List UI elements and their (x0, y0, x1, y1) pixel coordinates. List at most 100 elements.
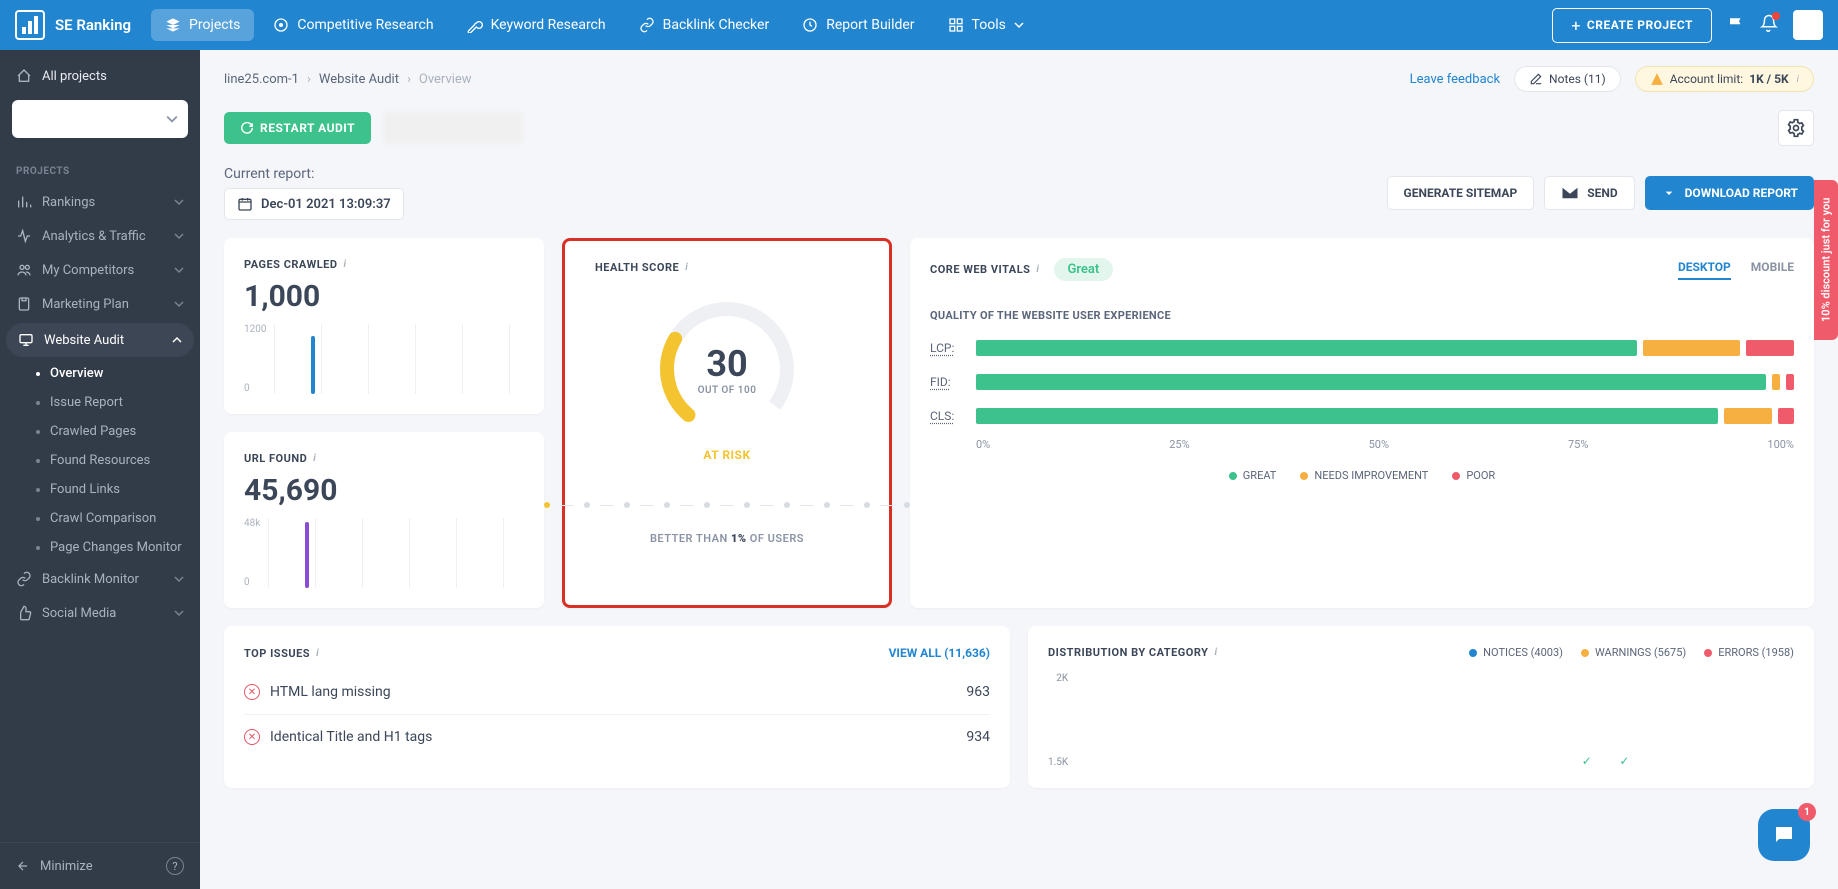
chevron-down-icon (174, 574, 184, 584)
sidebar-label: Marketing Plan (42, 297, 129, 312)
download-label: DOWNLOAD REPORT (1685, 186, 1798, 200)
y-label: 1200 (244, 324, 266, 335)
issue-row[interactable]: ✕ HTML lang missing 963 (244, 670, 990, 715)
pages-crawled-value: 1,000 (244, 279, 524, 314)
report-date: Dec-01 2021 13:09:37 (261, 197, 391, 212)
sidebar-sub-issue[interactable]: Issue Report (36, 388, 200, 417)
sidebar-label: Rankings (42, 195, 95, 210)
info-icon[interactable]: i (685, 262, 688, 273)
sidebar-item-audit[interactable]: Website Audit (6, 323, 194, 357)
info-icon[interactable]: i (1215, 647, 1218, 658)
brand-name: SE Ranking (55, 16, 131, 34)
nav-report[interactable]: Report Builder (788, 9, 928, 41)
home-icon (16, 68, 32, 84)
notes-button[interactable]: Notes (11) (1514, 66, 1621, 92)
breadcrumb: line25.com-1› Website Audit› Overview (224, 72, 472, 87)
sidebar-minimize[interactable]: Minimize ? (0, 842, 200, 889)
warning-icon (1650, 72, 1664, 86)
sidebar-label: My Competitors (42, 263, 134, 278)
pages-crawled-chart: 12000 (244, 324, 524, 394)
monitor-icon (18, 332, 34, 348)
send-button[interactable]: SEND (1544, 176, 1634, 210)
sidebar-sub-overview[interactable]: Overview (36, 359, 200, 388)
sidebar-sub-pagechanges[interactable]: Page Changes Monitor (36, 533, 200, 562)
view-all-link[interactable]: VIEW ALL (11,636) (889, 646, 990, 660)
sidebar-item-backlink[interactable]: Backlink Monitor (0, 562, 200, 596)
nav-projects[interactable]: Projects (151, 9, 254, 41)
sidebar: All projects PROJECTS Rankings Analytics… (0, 50, 200, 889)
card-title: URL FOUND (244, 452, 307, 465)
legend-poor: POOR (1466, 469, 1495, 482)
download-icon (1661, 185, 1677, 201)
chat-button[interactable]: 1 (1758, 809, 1810, 861)
help-icon[interactable]: ? (166, 857, 184, 875)
sidebar-sub-label: Found Links (50, 482, 120, 497)
mail-icon (1561, 186, 1579, 200)
sidebar-sub-crawled[interactable]: Crawled Pages (36, 417, 200, 446)
health-gauge: 30OUT OF 100 (652, 294, 802, 444)
issue-row[interactable]: ✕Identical Title and H1 tags934 (244, 715, 990, 759)
nav-competitive-label: Competitive Research (297, 17, 433, 33)
project-select[interactable] (12, 100, 188, 138)
health-better-than: BETTER THAN 1% OF USERS (650, 532, 804, 545)
sidebar-sub-label: Page Changes Monitor (50, 540, 182, 555)
avatar[interactable] (1793, 10, 1823, 40)
top-issues-card: TOP ISSUESi VIEW ALL (11,636) ✕HTML lang… (224, 626, 1010, 788)
sidebar-item-competitors[interactable]: My Competitors (0, 253, 200, 287)
pulse-icon (16, 228, 32, 244)
report-date-picker[interactable]: Dec-01 2021 13:09:37 (224, 188, 404, 220)
cwv-axis: 0%25%50%75%100% (930, 438, 1794, 451)
brand-logo[interactable]: SE Ranking (15, 10, 131, 40)
breadcrumb-item[interactable]: Website Audit (319, 72, 399, 87)
cwv-fid-label: FID: (930, 375, 966, 389)
url-found-chart: 48k0 (244, 518, 524, 588)
nav-keyword[interactable]: Keyword Research (453, 9, 620, 41)
issue-count: 963 (966, 684, 990, 700)
restart-label: RESTART AUDIT (260, 121, 355, 135)
sidebar-sub-foundlinks[interactable]: Found Links (36, 475, 200, 504)
edit-icon (1529, 72, 1543, 86)
sidebar-item-analytics[interactable]: Analytics & Traffic (0, 219, 200, 253)
bars-icon (15, 10, 45, 40)
sidebar-item-social[interactable]: Social Media (0, 596, 200, 630)
y-label: 2K (1048, 673, 1068, 684)
info-icon[interactable]: i (313, 453, 316, 464)
nav-backlink[interactable]: Backlink Checker (625, 9, 784, 41)
sidebar-item-rankings[interactable]: Rankings (0, 185, 200, 219)
info-icon[interactable]: i (316, 648, 319, 659)
settings-button[interactable] (1778, 110, 1814, 146)
send-label: SEND (1587, 186, 1617, 200)
restart-audit-button[interactable]: RESTART AUDIT (224, 112, 371, 144)
sidebar-sub-crawlcomp[interactable]: Crawl Comparison (36, 504, 200, 533)
notifications-button[interactable] (1760, 14, 1778, 36)
account-limit-badge[interactable]: Account limit: 1K / 5Ki (1635, 66, 1814, 92)
breadcrumb-item[interactable]: line25.com-1 (224, 72, 299, 87)
issue-name: HTML lang missing (270, 684, 391, 700)
health-status: AT RISK (703, 448, 750, 462)
legend-notices: NOTICES (4003) (1483, 646, 1563, 659)
flag-icon[interactable] (1727, 16, 1745, 34)
tab-desktop[interactable]: DESKTOP (1678, 260, 1731, 280)
sidebar-item-marketing[interactable]: Marketing Plan (0, 287, 200, 321)
chevron-down-icon (174, 299, 184, 309)
discount-tab[interactable]: 10% discount just for you (1814, 180, 1838, 340)
leave-feedback-link[interactable]: Leave feedback (1410, 72, 1500, 87)
sidebar-sub-label: Found Resources (50, 453, 150, 468)
info-icon[interactable]: i (1036, 264, 1039, 275)
dist-legend: NOTICES (4003) WARNINGS (5675) ERRORS (1… (1469, 646, 1794, 659)
cwv-lcp-row: LCP: (930, 340, 1794, 356)
download-report-button[interactable]: DOWNLOAD REPORT (1645, 176, 1814, 210)
card-title: HEALTH SCORE (595, 261, 679, 274)
generate-sitemap-button[interactable]: GENERATE SITEMAP (1387, 176, 1535, 210)
nav-tools[interactable]: Tools (934, 9, 1038, 41)
clipboard-icon (16, 296, 32, 312)
error-icon: ✕ (244, 684, 260, 700)
sidebar-all-projects[interactable]: All projects (12, 60, 188, 92)
health-outof: OUT OF 100 (698, 385, 757, 396)
nav-competitive[interactable]: Competitive Research (259, 9, 447, 41)
chart-icon (16, 194, 32, 210)
info-icon[interactable]: i (343, 259, 346, 270)
tab-mobile[interactable]: MOBILE (1751, 260, 1794, 280)
sidebar-sub-foundres[interactable]: Found Resources (36, 446, 200, 475)
create-project-button[interactable]: +CREATE PROJECT (1552, 8, 1712, 43)
